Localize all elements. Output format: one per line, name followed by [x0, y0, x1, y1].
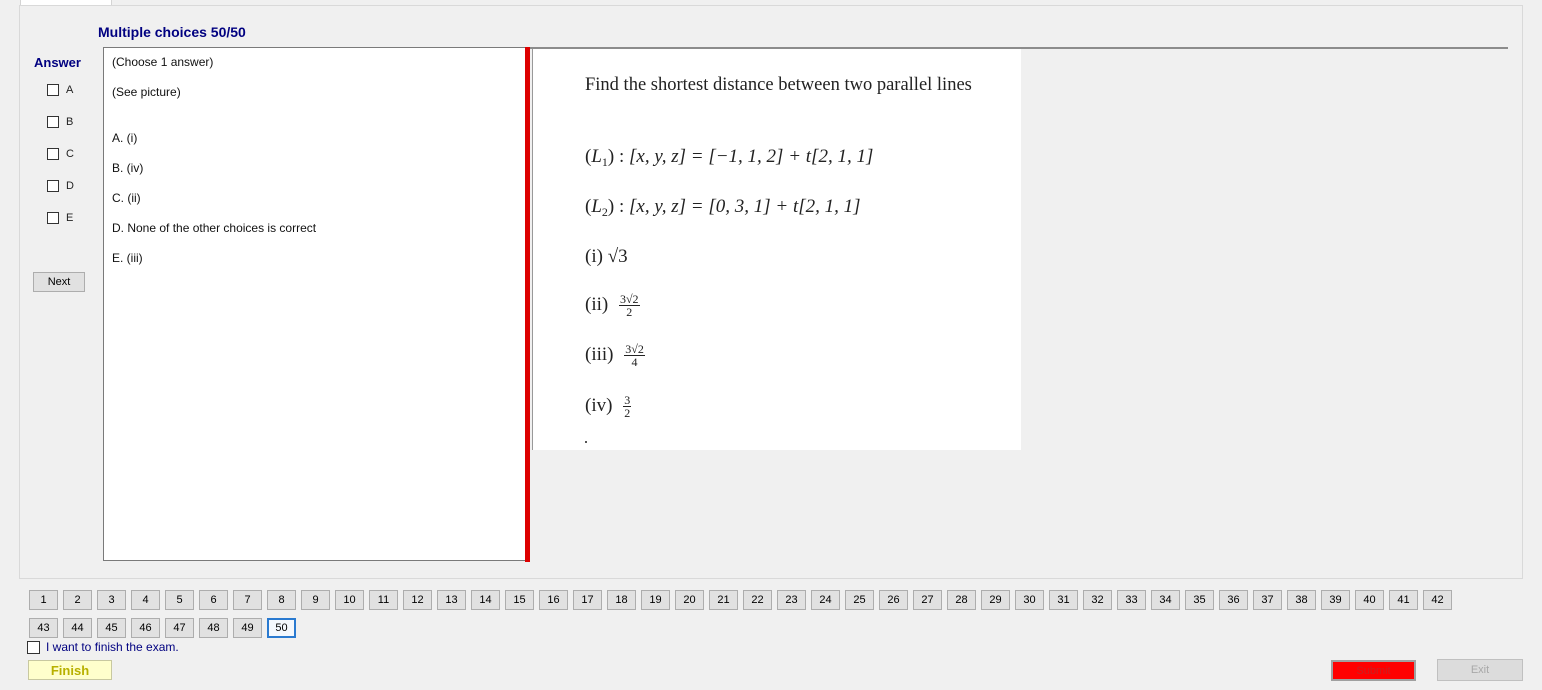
question-number-button[interactable]: 49	[233, 618, 262, 638]
question-number-button[interactable]: 3	[97, 590, 126, 610]
choice-item: D. None of the other choices is correct	[112, 221, 317, 235]
option-ii: (ii) 3√2 2	[585, 292, 640, 319]
question-number-button[interactable]: 5	[165, 590, 194, 610]
question-number-button[interactable]: 8	[267, 590, 296, 610]
answer-option-label: C	[66, 148, 74, 160]
question-number-button[interactable]: 42	[1423, 590, 1452, 610]
option-i: (i) √3	[585, 246, 628, 267]
exit-button[interactable]: Exit	[1437, 659, 1523, 681]
answer-option-c[interactable]: C	[47, 146, 74, 162]
checkbox-c[interactable]	[47, 148, 59, 160]
question-number-button[interactable]: 1	[29, 590, 58, 610]
question-number-button[interactable]: 45	[97, 618, 126, 638]
question-number-button[interactable]: 32	[1083, 590, 1112, 610]
question-nav-row-2: 43 44 45 46 47 48 49 50	[29, 618, 301, 638]
line-2-equation: (L2) : [x, y, z] = [0, 3, 1] + t[2, 1, 1…	[585, 196, 861, 219]
question-number-button[interactable]: 20	[675, 590, 704, 610]
choices-instruction: (Choose 1 answer)	[112, 55, 214, 69]
question-number-button[interactable]: 43	[29, 618, 58, 638]
question-number-button[interactable]: 17	[573, 590, 602, 610]
question-number-button[interactable]: 22	[743, 590, 772, 610]
question-nav-row-1: 1 2 3 4 5 6 7 8 9 10 11 12 13 14 15 16 17 18 19 20 21 22 23 24 2…	[29, 590, 1457, 610]
question-number-button[interactable]: 2	[63, 590, 92, 610]
answer-option-e[interactable]: E	[47, 210, 73, 226]
question-number-button[interactable]: 24	[811, 590, 840, 610]
choice-item: A. (i)	[112, 131, 138, 145]
question-number-button[interactable]: 48	[199, 618, 228, 638]
question-number-button[interactable]: 4	[131, 590, 160, 610]
question-number-button[interactable]: 19	[641, 590, 670, 610]
question-number-button[interactable]: 38	[1287, 590, 1316, 610]
finish-button[interactable]: Finish	[28, 660, 112, 680]
question-number-button[interactable]: 10	[335, 590, 364, 610]
question-number-button[interactable]: 14	[471, 590, 500, 610]
option-iv: (iv) 32	[585, 393, 632, 420]
stray-dot	[585, 441, 587, 443]
question-number-button[interactable]: 21	[709, 590, 738, 610]
question-number-button[interactable]: 18	[607, 590, 636, 610]
question-number-button[interactable]: 25	[845, 590, 874, 610]
question-number-button[interactable]: 36	[1219, 590, 1248, 610]
question-number-button[interactable]: 39	[1321, 590, 1350, 610]
see-picture-note: (See picture)	[112, 85, 181, 99]
question-number-button[interactable]: 9	[301, 590, 330, 610]
page-title: Multiple choices 50/50	[98, 24, 246, 40]
question-number-button[interactable]: 40	[1355, 590, 1384, 610]
question-number-button[interactable]: 26	[879, 590, 908, 610]
finish-checkbox-label: I want to finish the exam.	[46, 640, 179, 654]
next-button[interactable]: Next	[33, 272, 85, 292]
question-number-button[interactable]: 31	[1049, 590, 1078, 610]
option-iii: (iii) 3√2 4	[585, 342, 645, 369]
answer-option-a[interactable]: A	[47, 82, 73, 98]
checkbox-e[interactable]	[47, 212, 59, 224]
question-number-button[interactable]: 23	[777, 590, 806, 610]
question-number-button[interactable]: 11	[369, 590, 398, 610]
question-number-button[interactable]: 34	[1151, 590, 1180, 610]
question-number-button[interactable]: 12	[403, 590, 432, 610]
answer-option-d[interactable]: D	[47, 178, 74, 194]
question-number-button[interactable]: 7	[233, 590, 262, 610]
answer-option-label: B	[66, 116, 74, 128]
choice-item: C. (ii)	[112, 191, 141, 205]
finish-exam-checkbox[interactable]: I want to finish the exam.	[27, 640, 179, 654]
checkbox-finish[interactable]	[27, 640, 40, 654]
question-number-button[interactable]: 35	[1185, 590, 1214, 610]
question-number-button[interactable]: 30	[1015, 590, 1044, 610]
checkbox-a[interactable]	[47, 84, 59, 96]
question-number-button[interactable]: 15	[505, 590, 534, 610]
choice-item: E. (iii)	[112, 251, 143, 265]
submit-button[interactable]: Submit	[1331, 660, 1416, 681]
question-image: Find the shortest distance between two p…	[532, 49, 1021, 450]
question-number-button[interactable]: 46	[131, 618, 160, 638]
question-number-button[interactable]: 29	[981, 590, 1010, 610]
checkbox-d[interactable]	[47, 180, 59, 192]
answer-option-b[interactable]: B	[47, 114, 73, 130]
question-number-button[interactable]: 6	[199, 590, 228, 610]
question-number-button[interactable]: 44	[63, 618, 92, 638]
question-number-button[interactable]: 27	[913, 590, 942, 610]
answer-option-label: A	[66, 84, 74, 96]
question-text: Find the shortest distance between two p…	[585, 75, 972, 95]
answer-option-label: D	[66, 180, 74, 192]
answer-option-label: E	[66, 212, 74, 224]
question-number-button[interactable]: 41	[1389, 590, 1418, 610]
question-number-button[interactable]: 16	[539, 590, 568, 610]
question-number-button[interactable]: 50	[267, 618, 296, 638]
choices-panel[interactable]: (Choose 1 answer) (See picture) A. (i) B…	[103, 47, 526, 561]
line-1-equation: (L1) : [x, y, z] = [−1, 1, 2] + t[2, 1, …	[585, 146, 874, 169]
checkbox-b[interactable]	[47, 116, 59, 128]
choice-item: B. (iv)	[112, 161, 144, 175]
question-number-button[interactable]: 13	[437, 590, 466, 610]
answer-label: Answer	[34, 55, 81, 70]
question-number-button[interactable]: 33	[1117, 590, 1146, 610]
question-number-button[interactable]: 28	[947, 590, 976, 610]
question-number-button[interactable]: 37	[1253, 590, 1282, 610]
question-number-button[interactable]: 47	[165, 618, 194, 638]
